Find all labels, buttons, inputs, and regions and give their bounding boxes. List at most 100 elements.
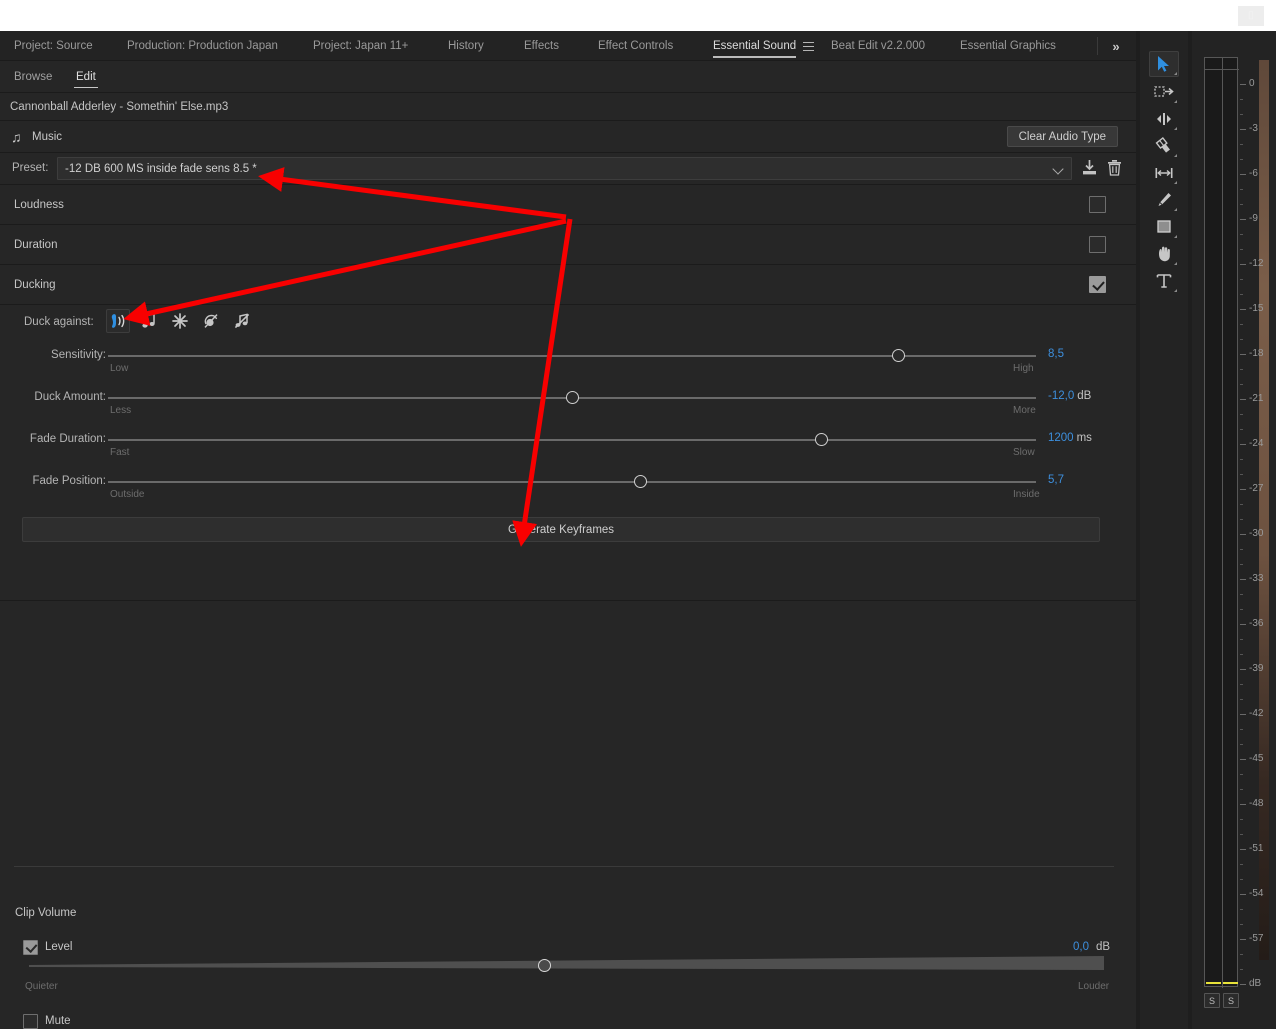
tool-flyout-corner[interactable] — [1174, 181, 1177, 184]
tool-flyout-corner[interactable] — [1174, 235, 1177, 238]
tab-beat-edit-v2-2-000[interactable]: Beat Edit v2.2.000 — [831, 31, 925, 61]
meter-scale-label: -42 — [1249, 708, 1264, 719]
tab-project-japan-11[interactable]: Project: Japan 11+ — [313, 31, 408, 61]
meter-tick-major — [1240, 264, 1246, 265]
mute-checkbox[interactable] — [23, 1014, 38, 1029]
music-note-icon: ♫ — [11, 128, 22, 145]
meter-tick-minor — [1240, 414, 1243, 415]
tab-effect-controls[interactable]: Effect Controls — [598, 31, 673, 61]
clear-audio-type-button[interactable]: Clear Audio Type — [1006, 126, 1118, 147]
slider-knob-fade-duration[interactable] — [815, 433, 829, 446]
subtab-edit[interactable]: Edit — [74, 61, 98, 93]
tool-flyout-corner[interactable] — [1174, 154, 1177, 157]
slip-tool[interactable] — [1149, 160, 1179, 186]
section-loudness[interactable]: Loudness — [0, 185, 1136, 225]
tool-flyout-corner[interactable] — [1174, 72, 1177, 75]
duck-against-dialogue-icon[interactable] — [106, 309, 130, 333]
meter-tick-minor — [1240, 699, 1243, 700]
level-min-label: Quieter — [25, 981, 58, 992]
tab-essential-graphics[interactable]: Essential Graphics — [960, 31, 1056, 61]
slider-track-fade-duration[interactable] — [108, 439, 1036, 441]
generate-keyframes-button[interactable]: Generate Keyframes — [22, 517, 1100, 542]
audio-meter-body[interactable] — [1204, 57, 1239, 988]
tool-flyout-corner[interactable] — [1174, 262, 1177, 265]
slider-knob-duck-amount[interactable] — [566, 391, 580, 404]
panel-menu-icon[interactable] — [803, 41, 815, 51]
duck-against-label: Duck against: — [24, 316, 94, 328]
slider-value-fade-position[interactable]: 5,7 — [1048, 474, 1064, 486]
slider-knob-sensitivity[interactable] — [892, 349, 906, 362]
section-loudness-checkbox[interactable] — [1089, 196, 1106, 213]
level-slider-track[interactable] — [29, 956, 1104, 972]
slider-track-fade-position[interactable] — [108, 481, 1036, 483]
tab-overflow-button[interactable]: » — [1102, 31, 1130, 61]
tab-label: Project: Source — [14, 40, 93, 52]
duck-against-music-icon[interactable] — [137, 309, 161, 333]
pen-tool[interactable] — [1149, 187, 1179, 213]
duck-against-ambience-icon[interactable] — [199, 309, 223, 333]
tool-flyout-corner[interactable] — [1174, 100, 1177, 103]
meter-tick-minor — [1240, 234, 1243, 235]
meter-tick-minor — [1240, 564, 1243, 565]
level-checkbox[interactable] — [23, 940, 38, 955]
meter-scale-label: -51 — [1249, 843, 1264, 854]
chrome-button[interactable]: ⌷ — [1238, 6, 1264, 26]
clip-volume-title: Clip Volume — [15, 907, 77, 919]
section-duration[interactable]: Duration — [0, 225, 1136, 265]
tab-production-production-japan[interactable]: Production: Production Japan — [127, 31, 278, 61]
duck-against-unmixed-icon[interactable] — [230, 309, 254, 333]
slider-value-duck-amount[interactable]: -12,0 — [1048, 390, 1074, 402]
slider-value-wrap-sensitivity: 8,5 — [1048, 348, 1064, 360]
meter-scale-label: -24 — [1249, 438, 1264, 449]
slider-unit-duck-amount: dB — [1077, 390, 1092, 402]
tool-flyout-corner[interactable] — [1174, 208, 1177, 211]
slider-min-label-fade-position: Outside — [110, 489, 145, 500]
tool-flyout-corner[interactable] — [1174, 289, 1177, 292]
meter-tick-major — [1240, 804, 1246, 805]
meter-scale-label: -57 — [1249, 933, 1264, 944]
ripple-edit-tool[interactable] — [1149, 106, 1179, 132]
meter-channel-divider — [1222, 58, 1223, 988]
tab-label: Essential Sound — [713, 40, 797, 52]
active-tab-underline — [713, 56, 797, 58]
meter-solo-buttons: S S — [1204, 993, 1239, 1008]
preset-dropdown[interactable]: -12 DB 600 MS inside fade sens 8.5 * — [57, 157, 1072, 180]
slider-value-fade-duration[interactable]: 1200 — [1048, 432, 1074, 444]
meter-scale-label: -30 — [1249, 528, 1264, 539]
tab-essential-sound[interactable]: Essential Sound — [713, 31, 815, 61]
rectangle-tool[interactable] — [1149, 214, 1179, 240]
meter-scale-label: -54 — [1249, 888, 1264, 899]
level-slider-knob[interactable] — [538, 959, 551, 972]
solo-button-right[interactable]: S — [1223, 993, 1239, 1008]
slider-knob-fade-position[interactable] — [634, 475, 648, 488]
section-ducking[interactable]: Ducking — [0, 265, 1136, 305]
tab-project-source[interactable]: Project: Source — [14, 31, 93, 61]
tab-effects[interactable]: Effects — [524, 31, 559, 61]
save-preset-icon[interactable] — [1080, 158, 1099, 178]
mute-label: Mute — [45, 1015, 71, 1027]
section-duration-checkbox[interactable] — [1089, 236, 1106, 253]
meter-tick-major — [1240, 894, 1246, 895]
meter-level-left — [1206, 982, 1221, 984]
track-select-forward-tool[interactable] — [1149, 79, 1179, 105]
razor-tool[interactable] — [1149, 133, 1179, 159]
tab-history[interactable]: History — [448, 31, 484, 61]
selection-tool[interactable] — [1149, 51, 1179, 77]
subtab-browse[interactable]: Browse — [14, 61, 52, 93]
slider-label-duck-amount: Duck Amount: — [34, 391, 106, 403]
tab-label: Production: Production Japan — [127, 40, 278, 52]
tool-flyout-corner[interactable] — [1174, 127, 1177, 130]
type-tool[interactable] — [1149, 268, 1179, 294]
section-ducking-checkbox[interactable] — [1089, 276, 1106, 293]
hand-tool[interactable] — [1149, 241, 1179, 267]
level-max-label: Louder — [1078, 981, 1110, 992]
meter-tick-minor — [1240, 474, 1243, 475]
slider-row-duck-amount: Duck Amount: Less More -12,0 dB — [0, 383, 1136, 425]
trash-icon[interactable] — [1105, 158, 1124, 178]
generate-keyframes-wrap: Generate Keyframes — [0, 509, 1136, 565]
chrome-glyph-icon: ⌷ — [1247, 10, 1255, 22]
solo-button-left[interactable]: S — [1204, 993, 1220, 1008]
slider-value-sensitivity[interactable]: 8,5 — [1048, 348, 1064, 360]
slider-min-label-duck-amount: Less — [110, 405, 132, 416]
duck-against-sfx-icon[interactable] — [168, 309, 192, 333]
